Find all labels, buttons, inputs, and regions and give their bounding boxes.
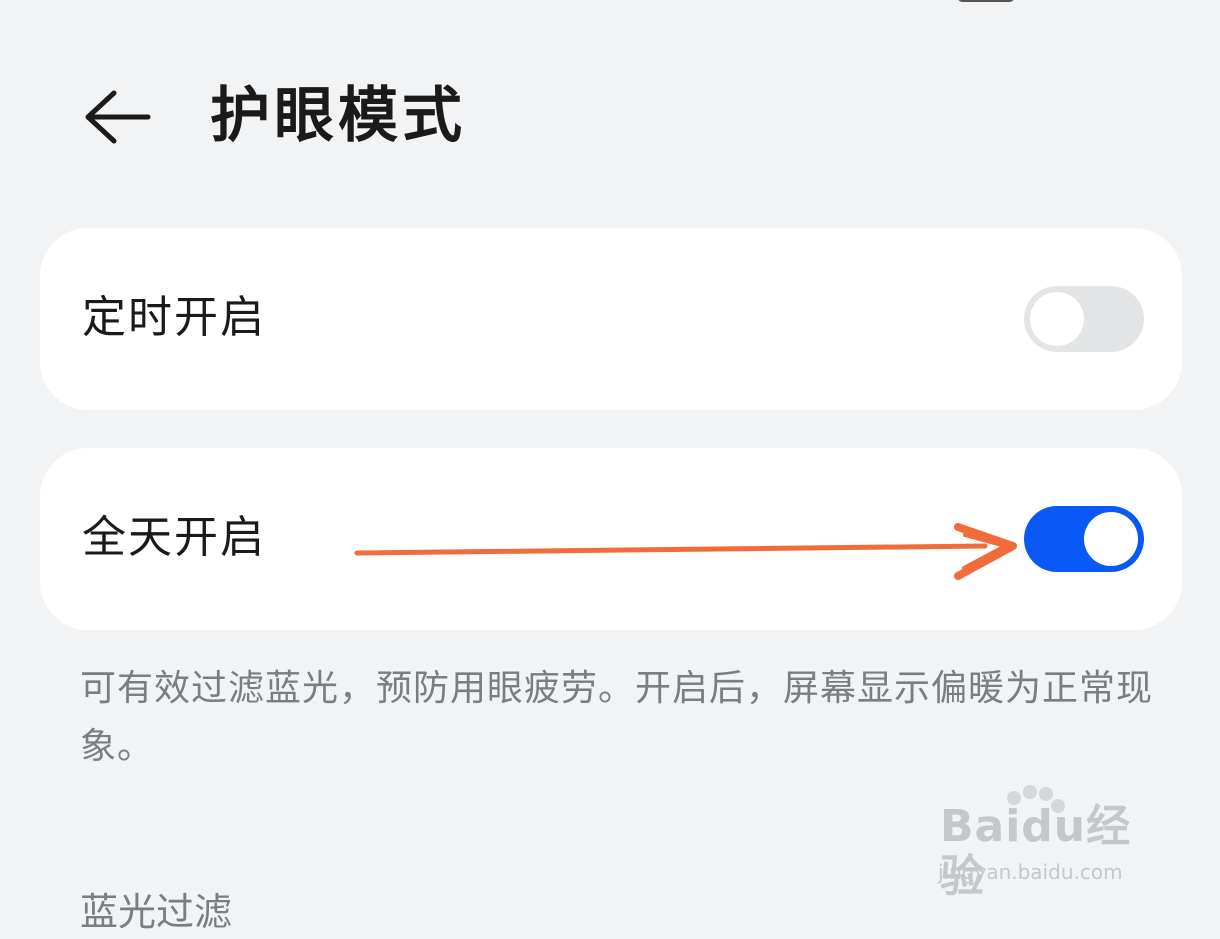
all-day-toggle[interactable] — [1024, 506, 1144, 572]
page-title: 护眼模式 — [210, 81, 466, 151]
watermark-url: jingyan.baidu.com — [938, 860, 1123, 884]
section-title: 蓝光过滤 — [80, 890, 233, 934]
setting-label: 全天开启 — [82, 512, 266, 563]
setting-label: 定时开启 — [82, 292, 266, 343]
toggle-knob — [1030, 292, 1084, 346]
back-button[interactable] — [78, 78, 156, 156]
baidu-watermark: Baidu经验 jingyan.baidu.com — [930, 785, 1170, 902]
toggle-knob — [1084, 512, 1138, 566]
status-bar — [0, 0, 1220, 10]
setting-row-all-day[interactable]: 全天开启 — [40, 448, 1182, 630]
back-arrow-icon — [85, 90, 151, 144]
status-icons — [905, 0, 1015, 2]
description-text: 可有效过滤蓝光，预防用眼疲劳。开启后，屏幕显示偏暖为正常现象。 — [80, 668, 1154, 767]
scheduled-toggle[interactable] — [1024, 286, 1144, 352]
battery-icon — [957, 0, 1015, 2]
setting-row-scheduled[interactable]: 定时开启 — [40, 228, 1182, 410]
header: 护眼模式 — [0, 68, 1220, 160]
watermark-logo: Baidu经验 — [940, 801, 1132, 902]
